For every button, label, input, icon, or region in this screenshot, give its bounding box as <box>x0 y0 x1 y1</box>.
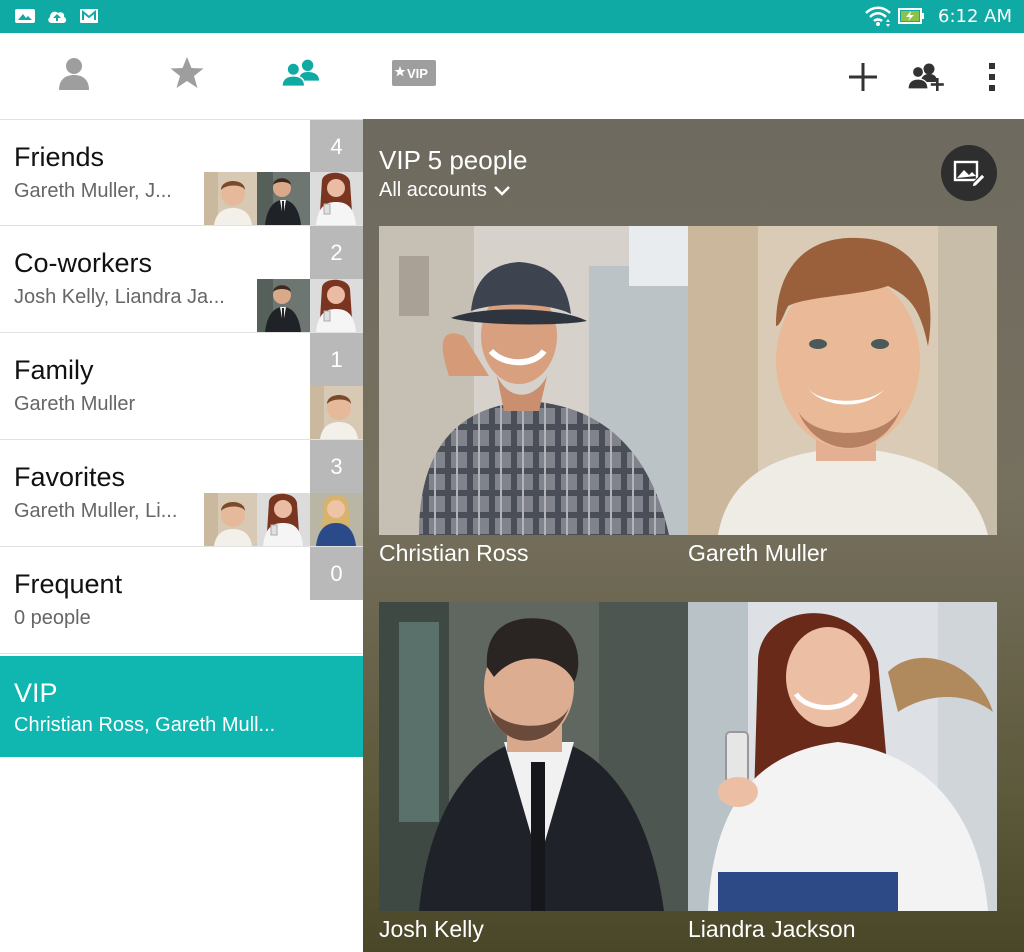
wifi-icon <box>865 6 891 27</box>
overflow-menu-button[interactable] <box>972 57 1012 97</box>
group-name: Friends <box>14 142 105 172</box>
group-name: VIP <box>14 678 58 708</box>
person-icon <box>59 58 89 90</box>
top-toolbar: VIP <box>0 33 1024 119</box>
group-detail-pane: VIP 5 people All accounts Christian Ross… <box>363 119 1024 952</box>
contact-name: Christian Ross <box>379 540 529 566</box>
status-time: 6:12 AM <box>938 5 1012 27</box>
tab-vip[interactable]: VIP <box>392 53 436 93</box>
star-icon <box>170 57 204 88</box>
avatar <box>310 386 363 439</box>
contact-card-gareth-muller[interactable] <box>688 226 997 535</box>
group-name: Favorites <box>14 462 126 492</box>
avatar <box>204 493 257 546</box>
account-filter-label: All accounts <box>379 179 487 201</box>
avatar <box>257 279 310 332</box>
group-members: Christian Ross, Gareth Mull... <box>14 714 276 736</box>
group-item-vip[interactable]: VIP Christian Ross, Gareth Mull... <box>0 656 363 757</box>
contact-photo <box>379 226 688 535</box>
status-bar: 6:12 AM <box>0 0 1024 33</box>
group-members: Josh Kelly, Liandra Ja... <box>14 286 225 308</box>
chevron-down-icon <box>493 185 510 196</box>
group-item-favorites[interactable]: Favorites Gareth Muller, Li... 3 <box>0 440 363 547</box>
avatar <box>257 172 310 225</box>
member-count-badge: 1 <box>310 333 363 386</box>
vip-tab-label: VIP <box>407 66 428 81</box>
group-name: Co-workers <box>14 248 153 278</box>
contact-photo <box>688 602 997 911</box>
group-name: Frequent <box>14 569 123 599</box>
avatar <box>310 279 363 332</box>
member-count-badge: 0 <box>310 547 363 600</box>
mail-icon <box>80 9 98 23</box>
group-name: Family <box>14 355 94 385</box>
edit-image-icon <box>953 160 985 187</box>
group-members: Gareth Muller, J... <box>14 180 172 202</box>
group-item-family[interactable]: Family Gareth Muller 1 <box>0 333 363 440</box>
group-list: Friends Gareth Muller, J... 4 Co-workers… <box>0 119 363 952</box>
contact-name: Liandra Jackson <box>688 916 856 942</box>
member-count-badge: 4 <box>310 120 363 173</box>
edit-group-button[interactable] <box>941 145 997 201</box>
group-members: Gareth Muller <box>14 393 136 415</box>
battery-charging-icon <box>898 8 924 24</box>
group-title: VIP 5 people <box>379 145 528 175</box>
avatar <box>257 493 310 546</box>
account-filter-dropdown[interactable]: All accounts <box>379 179 511 202</box>
vip-icon: VIP <box>392 60 436 86</box>
group-item-co-workers[interactable]: Co-workers Josh Kelly, Liandra Ja... 2 <box>0 226 363 333</box>
group-item-frequent[interactable]: Frequent 0 people 0 <box>0 547 363 654</box>
member-count-badge: 3 <box>310 440 363 493</box>
tab-contacts[interactable] <box>54 53 94 93</box>
gallery-icon <box>15 9 35 23</box>
contact-card-christian-ross[interactable] <box>379 226 688 535</box>
group-members: Gareth Muller, Li... <box>14 500 178 522</box>
group-icon <box>281 59 320 88</box>
tab-groups[interactable] <box>280 53 320 93</box>
tab-favorites[interactable] <box>167 53 207 93</box>
group-item-friends[interactable]: Friends Gareth Muller, J... 4 <box>0 119 363 226</box>
overflow-menu-icon <box>989 63 995 91</box>
avatar <box>204 172 257 225</box>
add-group-member-icon <box>907 63 944 91</box>
add-contact-button[interactable] <box>843 57 883 97</box>
contact-name: Gareth Muller <box>688 540 828 566</box>
cloud-upload-icon <box>48 11 67 23</box>
contact-card-josh-kelly[interactable] <box>379 602 688 911</box>
contact-card-liandra-jackson[interactable] <box>688 602 997 911</box>
avatar <box>310 493 363 546</box>
contact-photo <box>688 226 997 535</box>
add-icon <box>849 63 877 91</box>
avatar <box>310 172 363 225</box>
contact-photo <box>379 602 688 911</box>
member-count-badge: 2 <box>310 226 363 279</box>
contact-name: Josh Kelly <box>379 916 484 942</box>
group-members: 0 people <box>14 607 91 629</box>
add-group-member-button[interactable] <box>906 57 946 97</box>
